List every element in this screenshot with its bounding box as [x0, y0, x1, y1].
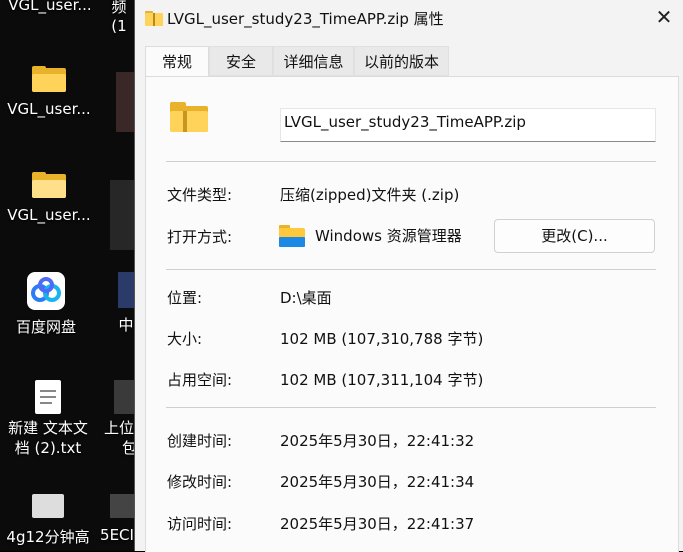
zip-folder-icon — [32, 172, 66, 198]
desktop-video-item[interactable]: 4g12分钟高 — [0, 494, 96, 547]
text-file-icon — [35, 380, 61, 414]
tab-label: 安全 — [225, 53, 256, 71]
divider — [166, 269, 656, 270]
close-button[interactable]: ✕ — [648, 4, 680, 32]
desktop-partial-item-3[interactable]: 5ECI — [100, 494, 134, 544]
tab-previous-versions[interactable]: 以前的版本 — [354, 46, 449, 76]
accessed-value: 2025年5月30日，22:41:37 — [280, 515, 475, 533]
zip-folder-icon — [145, 10, 163, 30]
size-value: 102 MB (107,310,788 字节) — [280, 330, 484, 348]
size-on-disk-value: 102 MB (107,311,104 字节) — [280, 371, 484, 389]
title-bar[interactable]: LVGL_user_study23_TimeAPP.zip 属性 ✕ — [135, 0, 683, 36]
desktop-partial-item[interactable]: 中 — [118, 272, 134, 335]
app-icon — [110, 494, 134, 518]
created-label: 创建时间: — [167, 432, 233, 450]
desktop-textfile-item[interactable]: 新建 文本文 档 (2).txt — [0, 380, 96, 458]
change-button[interactable]: 更改(C)... — [494, 219, 655, 253]
desktop-item-label: VGL_user... — [7, 206, 91, 224]
open-with-value: Windows 资源管理器 — [315, 227, 462, 245]
folder-icon — [32, 66, 66, 92]
desktop-item-label: 5ECI — [100, 526, 134, 544]
desktop-item-label: VGL_user... — [8, 0, 92, 14]
file-explorer-icon — [279, 225, 305, 251]
modified-value: 2025年5月30日，22:41:34 — [280, 473, 475, 491]
desktop-item-label: (1 — [111, 17, 127, 35]
desktop-item-top[interactable]: VGL_user... — [4, 0, 96, 14]
desktop-item-label: 百度网盘 — [15, 318, 76, 336]
accessed-label: 访问时间: — [167, 515, 233, 533]
baidu-netdisk-icon — [27, 272, 65, 310]
created-value: 2025年5月30日，22:41:32 — [280, 432, 475, 450]
tab-label: 详细信息 — [283, 53, 344, 71]
blurred-icon — [110, 180, 134, 250]
desktop-item-label: VGL_user... — [7, 100, 91, 118]
desktop-item-top-right[interactable]: 频 (1 — [104, 0, 134, 35]
desktop-item-label: 上位 — [104, 419, 134, 437]
tab-label: 常规 — [161, 53, 192, 71]
desktop-item-label: 4g12分钟高 — [6, 528, 90, 546]
location-label: 位置: — [167, 289, 203, 307]
desktop-partial-item-2[interactable]: 上位 包 — [104, 380, 134, 458]
desktop: VGL_user... 频 (1 VGL_user... VGL_user...… — [0, 0, 134, 551]
divider — [166, 161, 656, 162]
divider — [166, 407, 656, 408]
desktop-folder-item[interactable]: VGL_user... — [2, 66, 96, 118]
desktop-item-label: 档 (2).txt — [14, 439, 82, 457]
open-with-label: 打开方式: — [167, 228, 233, 246]
desktop-baidu-item[interactable]: 百度网盘 — [6, 272, 86, 337]
general-tab-panel: LVGL_user_study23_TimeAPP.zip 文件类型: 压缩(z… — [145, 76, 679, 552]
tab-label: 以前的版本 — [363, 53, 439, 71]
close-icon: ✕ — [655, 5, 673, 29]
file-type-value: 压缩(zipped)文件夹 (.zip) — [280, 186, 460, 204]
tab-general[interactable]: 常规 — [145, 46, 209, 77]
video-file-icon — [32, 494, 64, 518]
app-icon — [114, 380, 134, 414]
desktop-item-label: 新建 文本文 — [8, 419, 88, 437]
modified-label: 修改时间: — [167, 473, 233, 491]
size-on-disk-label: 占用空间: — [167, 371, 233, 389]
tab-details[interactable]: 详细信息 — [273, 46, 354, 76]
file-type-label: 文件类型: — [167, 186, 233, 204]
dialog-title: LVGL_user_study23_TimeAPP.zip 属性 — [167, 10, 444, 28]
desktop-item-label: 包 — [122, 439, 134, 457]
desktop-item-label: 频 — [111, 0, 127, 16]
location-value: D:\桌面 — [280, 289, 332, 307]
blurred-icon — [116, 72, 134, 132]
filename-input[interactable]: LVGL_user_study23_TimeAPP.zip — [280, 108, 656, 142]
desktop-zip-item[interactable]: VGL_user... — [2, 172, 96, 224]
properties-dialog: LVGL_user_study23_TimeAPP.zip 属性 ✕ 常规 安全… — [134, 0, 683, 552]
tab-security[interactable]: 安全 — [209, 46, 273, 76]
desktop-item-label: 中 — [118, 316, 134, 334]
size-label: 大小: — [167, 330, 203, 348]
zip-folder-icon — [170, 102, 208, 136]
app-icon — [118, 272, 134, 308]
